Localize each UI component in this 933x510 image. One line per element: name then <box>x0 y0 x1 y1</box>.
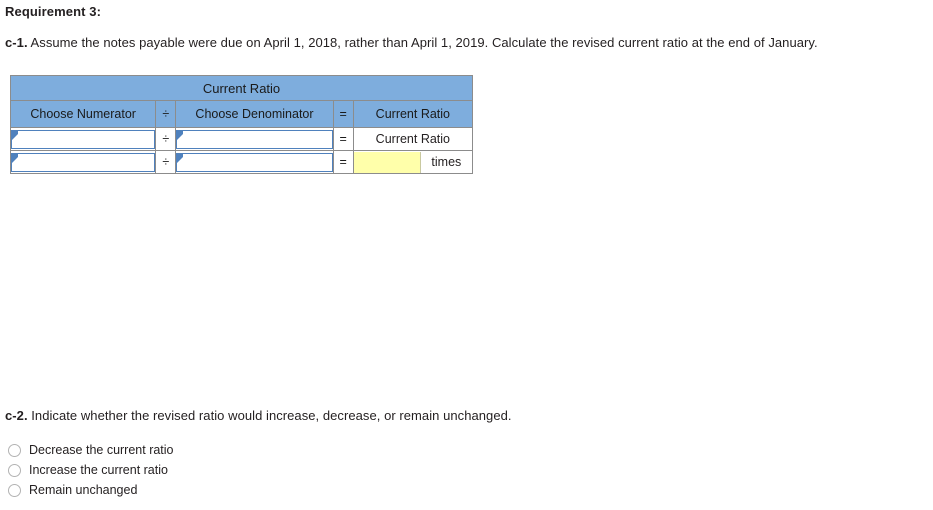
radio-button-icon[interactable] <box>8 463 21 477</box>
option-label-increase: Increase the current ratio <box>29 463 168 477</box>
prompt-c2-lead: c-2. <box>5 408 28 423</box>
table-title-row: Current Ratio <box>10 75 473 101</box>
prompt-c1-lead: c-1. <box>5 35 28 50</box>
table-header-row: Choose Numerator ÷ Choose Denominator = … <box>9 100 474 128</box>
equals-operator-row1: = <box>332 127 354 151</box>
option-label-remain-unchanged: Remain unchanged <box>29 483 138 497</box>
radio-button-icon[interactable] <box>8 443 21 457</box>
column-header-denominator: Choose Denominator <box>175 100 334 128</box>
option-remain-unchanged[interactable]: Remain unchanged <box>8 480 174 500</box>
table-row: ÷ = Current Ratio <box>9 127 474 151</box>
worksheet-page: Requirement 3: c-1. Assume the notes pay… <box>0 0 933 510</box>
denominator-cell-row2[interactable] <box>175 150 334 174</box>
numerator-dropdown-row2[interactable] <box>11 152 156 172</box>
column-header-equals-operator: = <box>332 100 354 128</box>
column-header-numerator: Choose Numerator <box>9 100 157 128</box>
answer-options-group: Decrease the current ratio Increase the … <box>8 440 174 500</box>
denominator-dropdown-row2[interactable] <box>176 152 333 172</box>
radio-button-icon[interactable] <box>8 483 21 497</box>
equals-operator-row2: = <box>332 150 354 174</box>
divide-operator-row1: ÷ <box>155 127 177 151</box>
current-ratio-input[interactable] <box>353 151 421 173</box>
option-label-decrease: Decrease the current ratio <box>29 443 174 457</box>
prompt-c2-text: Indicate whether the revised ratio would… <box>27 408 512 423</box>
result-unit-label: times <box>431 155 462 169</box>
denominator-dropdown-row1[interactable] <box>176 129 333 149</box>
numerator-dropdown-row1[interactable] <box>11 129 156 149</box>
option-increase[interactable]: Increase the current ratio <box>8 460 174 480</box>
prompt-c1-text: Assume the notes payable were due on Apr… <box>27 35 818 50</box>
numerator-cell-row1[interactable] <box>9 127 157 151</box>
requirement-heading: Requirement 3: <box>5 4 102 19</box>
prompt-c2: c-2. Indicate whether the revised ratio … <box>5 408 512 423</box>
divide-operator-row2: ÷ <box>155 150 177 174</box>
prompt-c1: c-1. Assume the notes payable were due o… <box>5 35 818 50</box>
table-title-cell: Current Ratio <box>10 75 473 101</box>
result-cell-row2: times <box>352 150 474 174</box>
option-decrease[interactable]: Decrease the current ratio <box>8 440 174 460</box>
current-ratio-table: Current Ratio Choose Numerator ÷ Choose … <box>9 75 474 174</box>
numerator-cell-row2[interactable] <box>9 150 157 174</box>
column-header-result: Current Ratio <box>352 100 474 128</box>
denominator-cell-row1[interactable] <box>175 127 334 151</box>
table-row: ÷ = times <box>9 150 474 174</box>
column-header-divide-operator: ÷ <box>155 100 177 128</box>
result-label-row1: Current Ratio <box>352 127 474 151</box>
